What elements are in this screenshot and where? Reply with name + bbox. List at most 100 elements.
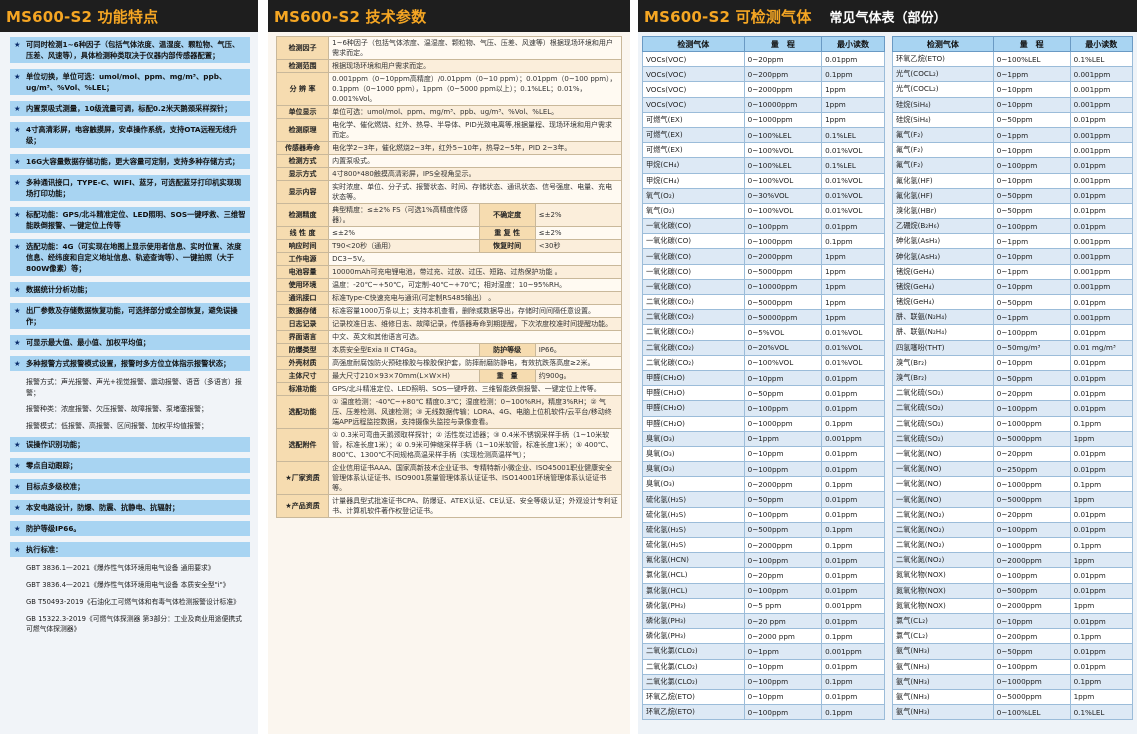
gas-min-reading: 0.1%LEL bbox=[1069, 704, 1134, 721]
spec-value-2: 约900g。 bbox=[534, 369, 623, 383]
gas-name: 硅烷(SiH₄) bbox=[892, 111, 994, 128]
star-icon: ★ bbox=[14, 242, 21, 251]
gas-range: 0~30%VOL bbox=[743, 187, 823, 204]
gas-range: 0~10ppm bbox=[992, 278, 1071, 296]
gas-row: 四氢噻吩(THT) 0~50mg/m³ 0.01 mg/m³ bbox=[892, 339, 1134, 356]
gas-min-reading: 0.01ppm bbox=[1069, 521, 1134, 539]
gas-min-reading: 0.01%VOL bbox=[821, 187, 885, 204]
gas-row: 一氧化氮(NO) 0~20ppm 0.01ppm bbox=[892, 445, 1134, 463]
gas-row: 氟化氢(HF) 0~10ppm 0.001ppm bbox=[892, 172, 1134, 189]
gas-range: 0~100ppm bbox=[743, 704, 823, 721]
feature-text: 误操作识别功能； bbox=[26, 440, 85, 449]
gas-range: 0~10ppm bbox=[743, 688, 823, 706]
spec-value: T90<20秒（通用） bbox=[328, 239, 480, 253]
gas-row: VOCs(VOC) 0~2000ppm 1ppm bbox=[642, 81, 885, 98]
gas-range: 0~100ppm bbox=[743, 552, 823, 569]
star-icon: ★ bbox=[14, 359, 21, 368]
gas-range: 0~5000ppm bbox=[992, 688, 1071, 706]
gas-min-reading: 0.1ppm bbox=[821, 704, 885, 721]
spec-key-2: 恢复时间 bbox=[478, 239, 536, 253]
gas-name: 甲烷(CH₄) bbox=[642, 172, 745, 189]
spec-key-2: 防护等级 bbox=[478, 343, 536, 357]
gas-row: 二氧化硫(SO₂) 0~1000ppm 0.1ppm bbox=[892, 415, 1134, 432]
feature-item: ★ 标配功能：GPS/北斗精准定位、LED照明、SOS一键呼救、三维智能跌倒报警、… bbox=[10, 207, 250, 233]
gas-min-reading: 1ppm bbox=[821, 309, 885, 326]
gas-row: 溴气(Br₂) 0~10ppm 0.01ppm bbox=[892, 354, 1134, 371]
gas-range: 0~1000ppm bbox=[992, 476, 1071, 493]
gas-range: 0~10ppm bbox=[743, 658, 823, 675]
gas-min-reading: 0.01ppm bbox=[821, 567, 885, 584]
star-icon: ★ bbox=[14, 503, 21, 512]
spec-value: 企业信用证书AAA、国家高新技术企业证书、专精特新小微企业、ISO45001职业… bbox=[328, 461, 622, 495]
gas-min-reading: 0.001ppm bbox=[1069, 172, 1134, 189]
gas-row: 砷化氢(AsH₃) 0~1ppm 0.001ppm bbox=[892, 233, 1134, 250]
gas-name: 氯气(CL₂) bbox=[892, 612, 994, 630]
gas-name: 氧气(O₂) bbox=[642, 187, 745, 204]
gas-row: 氧气(O₂) 0~30%VOL 0.01%VOL bbox=[642, 187, 885, 204]
gas-header-cell: 检测气体 bbox=[892, 36, 994, 52]
gas-range: 0~20ppm bbox=[743, 50, 823, 68]
star-icon: ★ bbox=[14, 524, 21, 533]
star-icon: ★ bbox=[14, 210, 21, 219]
gas-min-reading: 1ppm bbox=[821, 111, 885, 128]
gas-min-reading: 0.001ppm bbox=[1069, 96, 1134, 113]
gas-range: 0~10ppm bbox=[992, 172, 1071, 189]
feature-text: 零点自动跟踪； bbox=[26, 461, 78, 470]
gas-min-reading: 0.01ppm bbox=[821, 506, 885, 523]
spec-row: 选配附件 ① 0.3米可弯曲天鹅颈取样探针；② 活性炭过滤器；③ 0.4米不锈钢采… bbox=[275, 428, 622, 462]
gas-row: 臭氧(O₃) 0~100ppm 0.01ppm bbox=[642, 461, 885, 478]
gas-row: 氮氧化物(NOX) 0~2000ppm 1ppm bbox=[892, 597, 1134, 614]
gas-row: 磷化氢(PH₃) 0~20 ppm 0.01ppm bbox=[642, 612, 885, 630]
gas-row: 磷化氢(PH₃) 0~2000 ppm 0.1ppm bbox=[642, 628, 885, 645]
gas-range: 0~10ppm bbox=[992, 142, 1071, 159]
spec-value: 10000mAh可充电锂电池，带过充、过放、过压、短路、过热保护功能 。 bbox=[328, 265, 622, 279]
spec-key: 界面语言 bbox=[275, 330, 330, 344]
spec-row: 电池容量 10000mAh可充电锂电池，带过充、过放、过压、短路、过热保护功能 。 bbox=[275, 265, 622, 279]
gas-row: 臭氧(O₃) 0~10ppm 0.01ppm bbox=[642, 445, 885, 463]
gas-range: 0~5000ppm bbox=[992, 430, 1071, 447]
gas-row: 氨气(NH₃) 0~100%LEL 0.1%LEL bbox=[892, 704, 1134, 721]
gas-min-reading: 0.01ppm bbox=[1069, 369, 1134, 387]
gas-name: 环氧乙烷(ETO) bbox=[642, 704, 745, 721]
gas-range: 0~50ppm bbox=[992, 643, 1071, 660]
gas-name: 一氧化碳(CO) bbox=[642, 263, 745, 280]
spec-value: 电化学、催化燃烧、红外、热导、半导体、PID光致电离等,根据量程、现场环境和用户… bbox=[328, 118, 622, 142]
spec-key: 线 性 度 bbox=[275, 226, 330, 240]
spec-row: 主体尺寸 最大尺寸210×93×70mm(L×W×H) 重 量约900g。 bbox=[275, 369, 623, 383]
gas-min-reading: 0.01ppm bbox=[1069, 202, 1134, 220]
gas-row: 硫化氢(H₂S) 0~100ppm 0.01ppm bbox=[642, 506, 885, 523]
gas-min-reading: 1ppm bbox=[1069, 552, 1134, 569]
feature-text: 出厂参数及存储数据恢复功能，可选择部分或全部恢复，避免误操作； bbox=[26, 306, 238, 326]
gas-min-reading: 0.1ppm bbox=[1069, 415, 1134, 432]
gas-min-reading: 0.01%VOL bbox=[821, 339, 885, 356]
gas-range: 0~2000 ppm bbox=[743, 628, 823, 645]
gas-name: 硅烷(SiH₄) bbox=[892, 96, 994, 113]
feature-subitem: 报警模式：低报警、高报警、区间报警、加权平均值报警； bbox=[10, 421, 250, 432]
gas-name: 砷化氢(AsH₃) bbox=[892, 248, 994, 265]
feature-item: ★ 16G大容量数据存储功能，更大容量可定制，支持多种存储方式； bbox=[10, 154, 250, 169]
spec-key-2: 重 复 性 bbox=[478, 226, 536, 240]
spec-value-2: ≤±2% bbox=[534, 203, 623, 227]
gas-min-reading: 0.01ppm bbox=[1069, 567, 1134, 584]
feature-subitem: 报警种类：浓度报警、欠压报警、故障报警、泵堵塞报警； bbox=[10, 404, 250, 415]
gas-range: 0~1000ppm bbox=[992, 415, 1071, 432]
gas-range: 0~5%VOL bbox=[743, 324, 823, 341]
gas-name: 甲烷(CH₄) bbox=[642, 157, 745, 174]
gas-range: 0~2000ppm bbox=[743, 81, 823, 98]
gas-name: 氟气(F₂) bbox=[892, 157, 994, 174]
gas-range: 0~100ppm bbox=[992, 658, 1071, 675]
spec-key: 检测精度 bbox=[275, 203, 330, 227]
gas-name: 甲醛(CH₂O) bbox=[642, 415, 745, 432]
gas-row: 二氧化碳(CO₂) 0~5000ppm 1ppm bbox=[642, 293, 885, 311]
gas-min-reading: 0.1%LEL bbox=[821, 126, 885, 144]
gas-row: 环氧乙烷(ETO) 0~100%LEL 0.1%LEL bbox=[892, 50, 1134, 68]
gas-range: 0~100ppm bbox=[992, 521, 1071, 539]
gas-name: 一氧化氮(NO) bbox=[892, 445, 994, 463]
spec-row: 使用环境 温度：-20℃~+50℃，可定制-40℃~+70℃；相对湿度：10~95… bbox=[275, 278, 622, 292]
spec-value: 典型精度：≤±2% FS（可选1%高精度传感器）。 bbox=[328, 203, 480, 227]
spec-key: 显示方式 bbox=[275, 167, 330, 181]
gas-row: 一氧化碳(CO) 0~10000ppm 1ppm bbox=[642, 278, 885, 296]
spec-value: 计量器具型式批准证书CPA、防爆证、ATEX认证、CE认证、安全等级认证；外观设… bbox=[328, 494, 622, 518]
spec-row: ★产品资质 计量器具型式批准证书CPA、防爆证、ATEX认证、CE认证、安全等级认… bbox=[275, 494, 622, 518]
gas-row: VOCs(VOC) 0~20ppm 0.01ppm bbox=[642, 50, 885, 68]
